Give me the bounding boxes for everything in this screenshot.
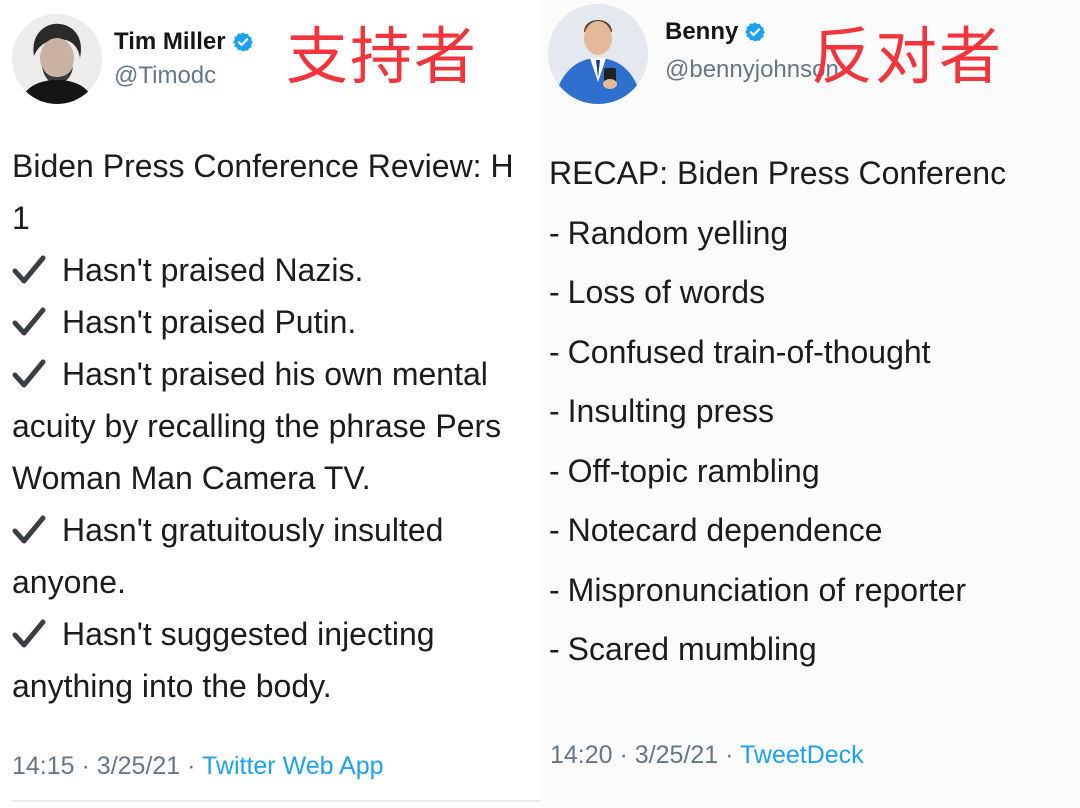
meta-separator: · — [725, 741, 734, 769]
stance-label: 反对者 — [811, 20, 1004, 93]
list-item-text: Off-topic rambling — [567, 452, 820, 489]
tweet-text-line-content: anything into the body. — [12, 668, 332, 704]
list-item: - Confused train-of-thought — [549, 323, 1006, 383]
list-item-text: Random yelling — [567, 214, 789, 251]
tweet-text-line-content: anyone. — [12, 564, 126, 600]
tweet-metadata: 14:20 · 3/25/21 · TweetDeck — [550, 741, 864, 770]
checkmark-icon — [12, 244, 46, 296]
list-item: - Loss of words — [549, 263, 1006, 323]
tweet-text-line: Woman Man Camera TV. — [12, 452, 514, 504]
checkmark-icon — [12, 504, 46, 556]
list-item-text: Loss of words — [567, 274, 766, 310]
checkmark-icon — [12, 608, 46, 660]
author-handle[interactable]: @Timodc — [114, 62, 216, 90]
list-bullet: - — [549, 571, 560, 608]
avatar-photo — [548, 4, 648, 104]
right-tweet-card: Benny @bennyjohnson 反对者 RECAP: Biden Pre… — [541, 0, 1080, 808]
tweet-source-link[interactable]: TweetDeck — [740, 741, 864, 769]
list-bullet: - — [549, 274, 560, 310]
meta-separator: · — [619, 741, 628, 769]
tweet-text: Biden Press Conference Review: H 1 Hasn't … — [12, 140, 514, 712]
meta-separator: · — [187, 752, 196, 780]
tweet-text-line-content: Hasn't praised his own mental — [62, 356, 488, 392]
avatar[interactable] — [548, 4, 648, 104]
list-item: - Off-topic rambling — [549, 442, 1006, 502]
checklist-item: Hasn't praised his own mental — [12, 348, 514, 400]
checklist-item: Hasn't praised Putin. — [12, 296, 514, 348]
list-bullet: - — [549, 452, 560, 489]
tweet-text-line: acuity by recalling the phrase Pers — [12, 400, 514, 452]
tweet-source-link[interactable]: Twitter Web App — [202, 752, 384, 780]
tweet-text-line-content: acuity by recalling the phrase Pers — [12, 408, 502, 444]
checklist-item: Hasn't praised Nazis. — [12, 244, 514, 296]
list-item-text: Insulting press — [567, 393, 774, 429]
tweet-title: RECAP: Biden Press Conferenc — [549, 155, 1007, 191]
left-tweet-card: Tim Miller @Timodc 支持者 Biden Press Confe… — [0, 0, 541, 808]
list-item: - Mispronunciation of reporter — [549, 561, 1006, 621]
tweet-text-line-content: Biden Press Conference Review: H — [12, 148, 514, 184]
list-item-text: Confused train-of-thought — [567, 333, 931, 370]
list-bullet: - — [549, 631, 560, 667]
list-item: - Scared mumbling — [549, 620, 1006, 680]
tweet-text-line: anyone. — [12, 556, 514, 608]
checklist-item: Hasn't suggested injecting — [12, 608, 514, 660]
list-bullet: - — [549, 214, 560, 251]
tweet-text-line: anything into the body. — [12, 660, 514, 712]
list-bullet: - — [549, 512, 560, 548]
checkmark-icon — [12, 348, 46, 400]
author-name-row: Tim Miller — [114, 28, 254, 56]
author-display-name[interactable]: Benny — [665, 18, 738, 46]
tweet-text-line-content: Hasn't suggested injecting — [62, 616, 435, 652]
tweet-text-line-content: Woman Man Camera TV. — [12, 460, 371, 496]
tweet-date[interactable]: 3/25/21 — [635, 741, 718, 769]
list-bullet: - — [549, 393, 560, 429]
author-name-row: Benny — [665, 18, 766, 46]
checkmark-icon — [12, 296, 46, 348]
tweet-time: 14:15 — [12, 752, 75, 780]
stance-label: 支持者 — [286, 20, 479, 93]
divider — [12, 800, 540, 802]
avatar-photo — [12, 14, 102, 104]
tweet-text: RECAP: Biden Press Conferenc - Random yel… — [549, 144, 1006, 680]
list-item: - Insulting press — [549, 382, 1006, 442]
meta-separator: · — [81, 752, 90, 780]
list-item-text: Scared mumbling — [567, 631, 817, 667]
tweet-text-line-content: Hasn't praised Nazis. — [62, 252, 364, 288]
list-item: - Random yelling — [549, 204, 1006, 264]
tweet-date[interactable]: 3/25/21 — [97, 752, 180, 780]
tweet-metadata: 14:15 · 3/25/21 · Twitter Web App — [12, 752, 384, 781]
list-item-text: Notecard dependence — [567, 512, 883, 548]
tweet-text-line: Biden Press Conference Review: H — [12, 140, 514, 192]
verified-badge-icon — [745, 22, 766, 42]
author-display-name[interactable]: Tim Miller — [114, 28, 226, 56]
checklist-item: Hasn't gratuitously insulted — [12, 504, 514, 556]
tweet-text-line: 1 — [12, 192, 514, 244]
verified-badge-icon — [232, 32, 253, 52]
list-item-text: Mispronunciation of reporter — [567, 571, 967, 608]
tweet-text-line-content: Hasn't praised Putin. — [62, 304, 357, 340]
tweet-text-line-content: 1 — [12, 200, 30, 236]
list-item: - Notecard dependence — [549, 501, 1006, 561]
list-bullet: - — [549, 333, 560, 370]
avatar[interactable] — [12, 14, 102, 104]
tweet-time: 14:20 — [550, 741, 613, 769]
tweet-text-line-content: Hasn't gratuitously insulted — [62, 512, 444, 548]
